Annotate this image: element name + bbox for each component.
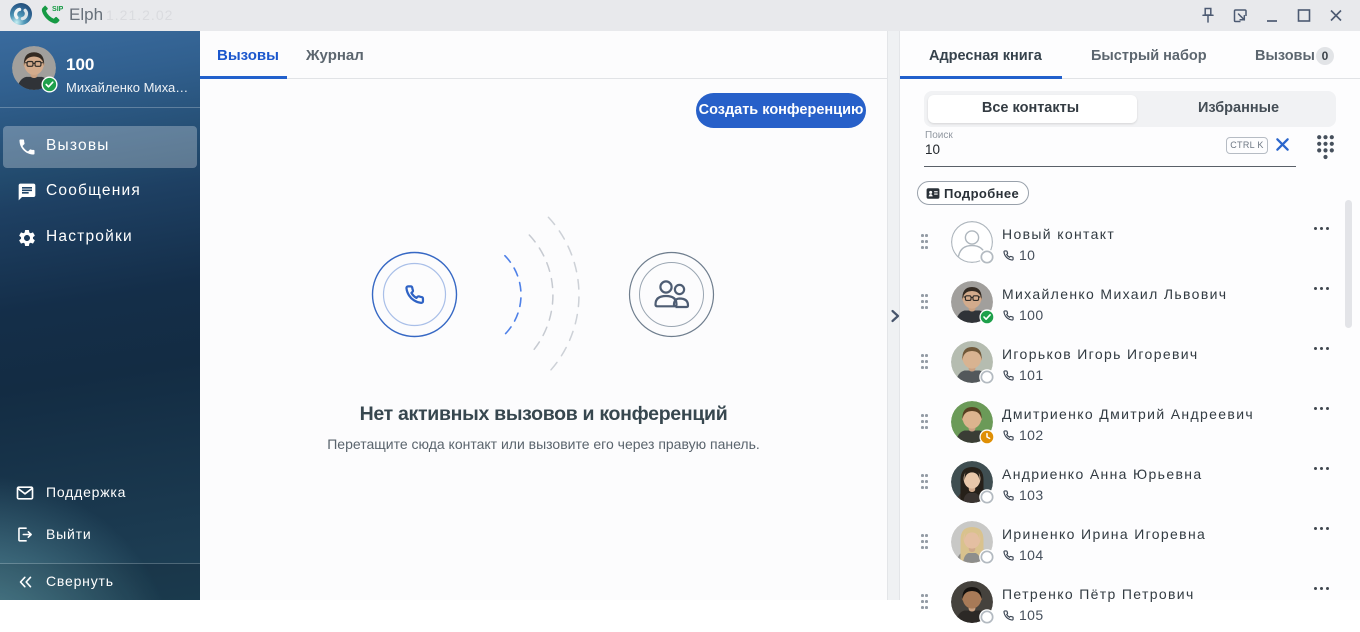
svg-text:SIP: SIP bbox=[52, 5, 63, 13]
